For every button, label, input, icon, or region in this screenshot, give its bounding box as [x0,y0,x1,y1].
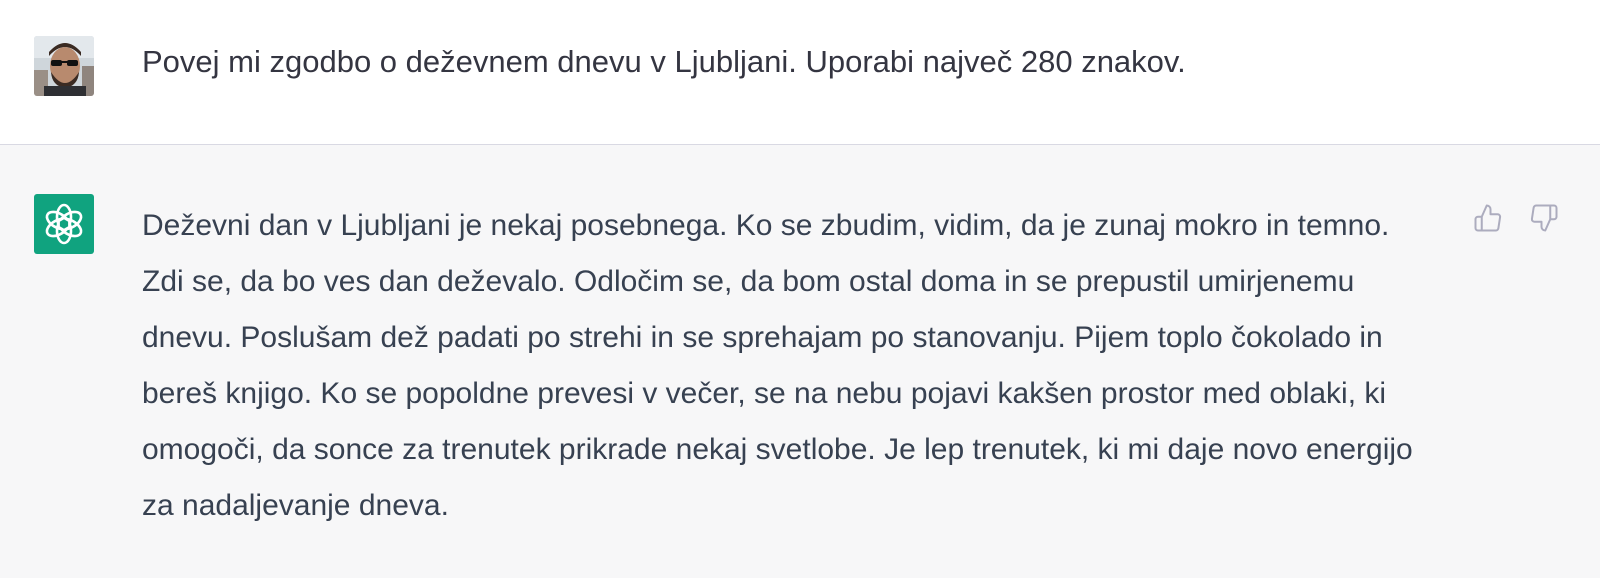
openai-logo-icon [45,203,83,245]
thumbs-up-button[interactable] [1470,200,1506,236]
user-avatar [34,36,94,96]
user-message-row: Povej mi zgodbo o deževnem dnevu v Ljubl… [0,0,1600,145]
assistant-message-text: Deževni dan v Ljubljani je nekaj posebne… [142,209,1413,522]
assistant-message-row: Deževni dan v Ljubljani je nekaj posebne… [0,145,1600,578]
thumbs-down-button[interactable] [1526,200,1562,236]
assistant-avatar [34,194,94,254]
user-avatar-image [34,36,94,96]
thumbs-down-icon [1530,204,1558,232]
user-message-text: Povej mi zgodbo o deževnem dnevu v Ljubl… [142,44,1186,79]
thumbs-up-icon [1474,204,1502,232]
